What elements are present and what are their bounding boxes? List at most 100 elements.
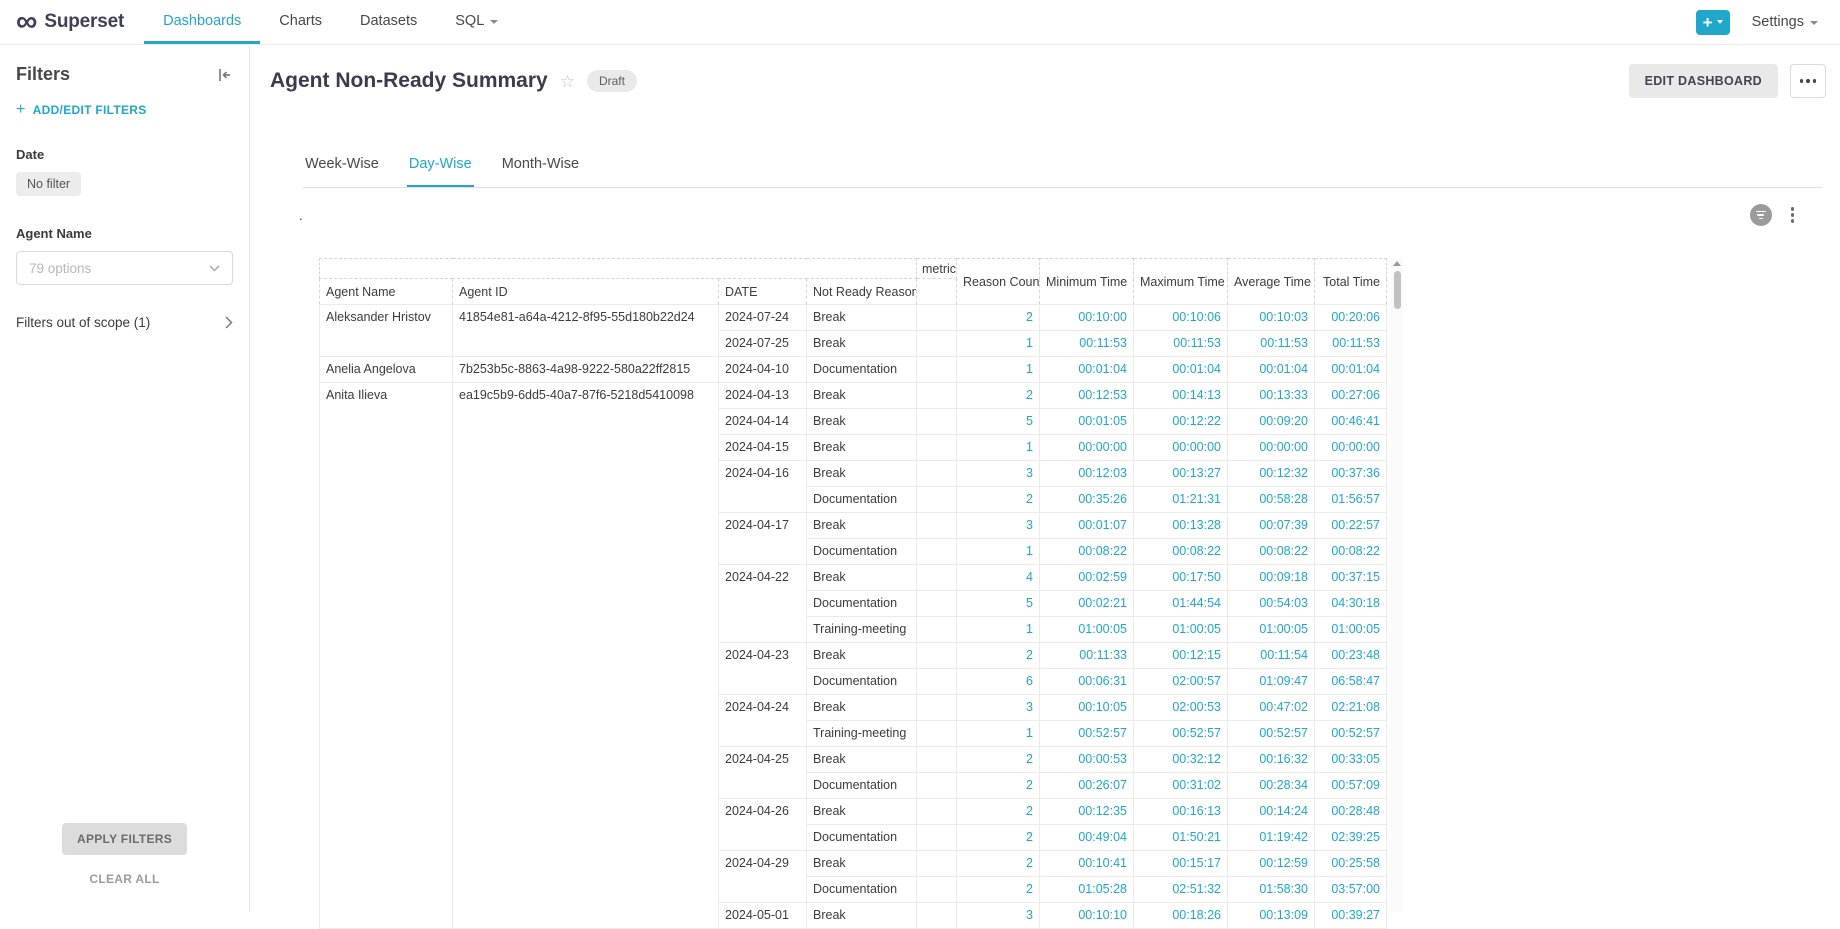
more-options-button[interactable] <box>1790 64 1826 98</box>
reason-count-cell: 2 <box>957 799 1040 825</box>
maximum-time-cell: 01:00:05 <box>1134 617 1228 643</box>
scrollbar-thumb[interactable] <box>1394 271 1401 309</box>
filters-sidebar: Filters + ADD/EDIT FILTERS Date No filte… <box>0 46 250 912</box>
not-ready-reason-cell: Break <box>807 305 917 331</box>
average-time-cell: 00:13:09 <box>1228 903 1315 929</box>
nav-datasets[interactable]: Datasets <box>341 0 436 44</box>
metric-spacer-cell <box>917 305 957 331</box>
not-ready-reason-cell: Documentation <box>807 487 917 513</box>
date-cell: 2024-07-25 <box>719 331 807 357</box>
date-cell: 2024-04-22 <box>719 565 807 643</box>
average-time-cell: 00:07:39 <box>1228 513 1315 539</box>
maximum-time-cell: 00:08:22 <box>1134 539 1228 565</box>
not-ready-reason-cell: Documentation <box>807 773 917 799</box>
scroll-up-icon[interactable] <box>1393 261 1401 266</box>
tab-week-wise[interactable]: Week-Wise <box>303 142 381 187</box>
nav-sql-label: SQL <box>455 13 484 29</box>
total-time-cell: 00:37:36 <box>1315 461 1387 487</box>
settings-menu[interactable]: Settings <box>1752 14 1818 30</box>
average-time-cell: 00:52:57 <box>1228 721 1315 747</box>
average-time-cell: 00:01:04 <box>1228 357 1315 383</box>
metric-spacer-cell <box>917 461 957 487</box>
metric-spacer-cell <box>917 513 957 539</box>
reason-count-cell: 2 <box>957 487 1040 513</box>
maximum-time-cell: 01:21:31 <box>1134 487 1228 513</box>
agent-name-select[interactable]: 79 options <box>16 251 233 285</box>
date-cell: 2024-04-16 <box>719 461 807 513</box>
applied-filters-icon[interactable] <box>1750 204 1772 226</box>
chart-more-options-icon[interactable] <box>1789 205 1797 225</box>
filters-out-of-scope-toggle[interactable]: Filters out of scope (1) <box>16 315 233 330</box>
not-ready-reason-cell: Break <box>807 747 917 773</box>
total-time-cell: 00:33:05 <box>1315 747 1387 773</box>
minimum-time-cell: 01:05:28 <box>1040 877 1134 903</box>
average-time-cell: 00:10:03 <box>1228 305 1315 331</box>
total-time-cell: 00:37:15 <box>1315 565 1387 591</box>
metric-spacer-cell <box>917 903 957 929</box>
brand-name: Superset <box>44 11 124 33</box>
date-cell: 2024-04-29 <box>719 851 807 903</box>
nav-sql[interactable]: SQL <box>436 0 517 44</box>
maximum-time-cell: 00:52:57 <box>1134 721 1228 747</box>
maximum-time-cell: 00:15:17 <box>1134 851 1228 877</box>
date-filter-value-chip[interactable]: No filter <box>16 172 81 196</box>
not-ready-reason-cell: Break <box>807 643 917 669</box>
average-time-cell: 00:11:53 <box>1228 331 1315 357</box>
metric-spacer-cell <box>917 799 957 825</box>
metric-spacer-cell <box>917 695 957 721</box>
minimum-time-cell: 00:10:00 <box>1040 305 1134 331</box>
not-ready-reason-cell: Break <box>807 565 917 591</box>
date-cell: 2024-04-26 <box>719 799 807 851</box>
metric-spacer-cell <box>917 565 957 591</box>
date-cell: 2024-04-14 <box>719 409 807 435</box>
add-edit-filters-button[interactable]: + ADD/EDIT FILTERS <box>16 103 233 117</box>
average-time-cell: 00:13:33 <box>1228 383 1315 409</box>
dashboard-header: Agent Non-Ready Summary ☆ Draft EDIT DAS… <box>250 56 1840 106</box>
date-cell: 2024-04-25 <box>719 747 807 799</box>
table-scrollbar[interactable] <box>1391 258 1403 912</box>
reason-count-cell: 1 <box>957 617 1040 643</box>
metric-spacer-cell <box>917 331 957 357</box>
metric-spacer-cell <box>917 409 957 435</box>
col-header-average-time: Average Time <box>1228 259 1315 305</box>
page-title: Agent Non-Ready Summary <box>270 69 548 93</box>
tab-day-wise[interactable]: Day-Wise <box>407 142 474 187</box>
clear-all-button[interactable]: CLEAR ALL <box>0 872 249 886</box>
date-filter-label: Date <box>16 147 233 162</box>
pivot-table: metric Reason Count Minimum Time Maximum… <box>319 258 1387 929</box>
average-time-cell: 01:19:42 <box>1228 825 1315 851</box>
chart-controls <box>1750 204 1797 226</box>
not-ready-reason-cell: Documentation <box>807 591 917 617</box>
col-header-not-ready-reason: Not Ready Reason <box>807 279 917 305</box>
agent-name-cell: Aleksander Hristov <box>320 305 453 357</box>
total-time-cell: 01:56:57 <box>1315 487 1387 513</box>
reason-count-cell: 3 <box>957 903 1040 929</box>
col-header-agent-id: Agent ID <box>453 279 719 305</box>
edit-dashboard-button[interactable]: EDIT DASHBOARD <box>1629 64 1778 98</box>
reason-count-cell: 2 <box>957 851 1040 877</box>
nav-charts[interactable]: Charts <box>260 0 341 44</box>
not-ready-reason-cell: Break <box>807 513 917 539</box>
apply-filters-button[interactable]: APPLY FILTERS <box>62 823 187 855</box>
superset-logo[interactable]: ∞ Superset <box>0 0 144 44</box>
metric-spacer-cell <box>917 877 957 903</box>
nav-dashboards[interactable]: Dashboards <box>144 0 260 44</box>
minimum-time-cell: 00:52:57 <box>1040 721 1134 747</box>
collapse-sidebar-icon[interactable] <box>217 67 233 83</box>
not-ready-reason-cell: Break <box>807 851 917 877</box>
maximum-time-cell: 00:13:27 <box>1134 461 1228 487</box>
reason-count-cell: 5 <box>957 591 1040 617</box>
agent-name-filter-section: Agent Name 79 options <box>16 226 233 285</box>
total-time-cell: 00:00:00 <box>1315 435 1387 461</box>
reason-count-cell: 2 <box>957 383 1040 409</box>
new-item-button[interactable]: + <box>1696 10 1730 35</box>
minimum-time-cell: 00:01:07 <box>1040 513 1134 539</box>
minimum-time-cell: 00:10:10 <box>1040 903 1134 929</box>
favorite-star-icon[interactable]: ☆ <box>560 73 575 90</box>
col-header-total-time: Total Time <box>1315 259 1387 305</box>
reason-count-cell: 5 <box>957 409 1040 435</box>
tab-month-wise[interactable]: Month-Wise <box>500 142 581 187</box>
date-cell: 2024-04-17 <box>719 513 807 565</box>
reason-count-cell: 1 <box>957 721 1040 747</box>
dashboard-tabs: Week-Wise Day-Wise Month-Wise <box>303 142 1822 188</box>
